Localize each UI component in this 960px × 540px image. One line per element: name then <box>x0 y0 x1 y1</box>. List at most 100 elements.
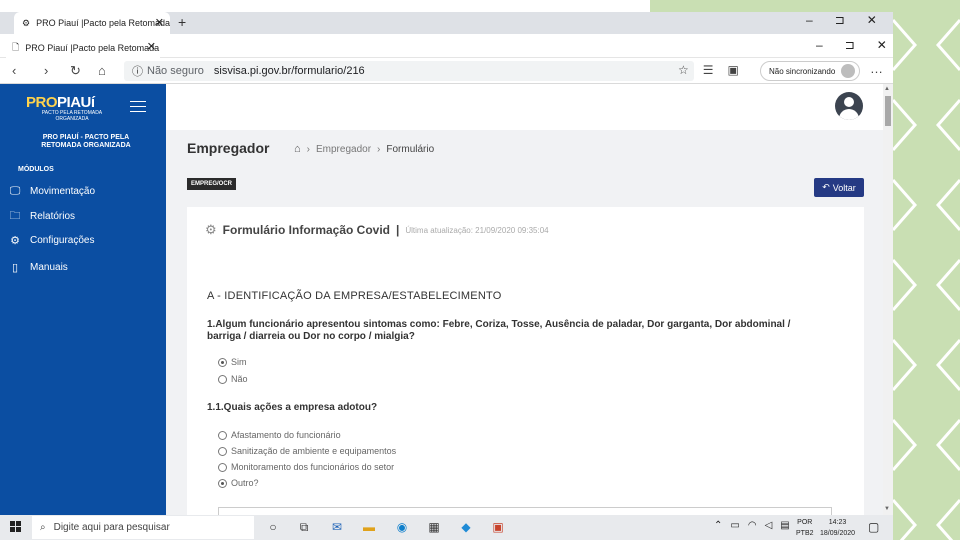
close-icon[interactable]: ✕ <box>147 40 156 53</box>
back-button-label: Voltar <box>832 182 856 193</box>
reload-icon[interactable]: ↻ <box>70 63 81 79</box>
back-button[interactable]: ↶ Voltar <box>814 178 864 197</box>
radio-unchecked-icon[interactable] <box>218 374 227 384</box>
insecure-label: Não seguro <box>147 65 204 77</box>
file-explorer-icon[interactable]: ▬ <box>361 520 377 534</box>
scrollbar-thumb[interactable] <box>885 96 891 126</box>
sidebar-item-label: Configurações <box>30 235 95 246</box>
windows-start-icon[interactable] <box>10 521 22 533</box>
collections-icon[interactable]: ▣ <box>728 63 739 77</box>
scroll-up-icon[interactable]: ▲ <box>884 86 890 92</box>
address-bar: ‹ › ↻ ⌂ ⓘ Não seguro sisvisa.pi.gov.br/f… <box>0 58 893 84</box>
radio-label: Monitoramento dos funcionários do setor <box>231 462 395 472</box>
restore-icon[interactable]: ⊐ <box>835 13 845 27</box>
home-icon[interactable]: ⌂ <box>294 143 301 155</box>
taskbar-clock[interactable]: 14:23 18/09/2020 <box>820 517 855 539</box>
modules-heading: MÓDULOS <box>18 166 54 173</box>
search-icon: ⌕ <box>40 522 46 533</box>
radio-outro[interactable]: Outro? <box>218 478 259 488</box>
keyboard-icon[interactable]: ▤ <box>780 520 789 531</box>
card-header: ⚙ Formulário Informação Covid | Última a… <box>205 222 549 237</box>
url-field[interactable]: ⓘ Não seguro sisvisa.pi.gov.br/formulari… <box>124 61 694 81</box>
breadcrumb: ⌂ › Empregador › Formulário <box>294 143 435 155</box>
scroll-down-icon[interactable]: ▼ <box>884 506 890 512</box>
minimize-icon[interactable]: – <box>806 13 813 27</box>
radio-label: Sanitização de ambiente e equipamentos <box>231 446 397 456</box>
decorative-strip-top <box>650 0 893 12</box>
powerpoint-icon[interactable]: ▣ <box>490 520 506 534</box>
close-window-icon[interactable]: ✕ <box>867 13 877 27</box>
radio-sim[interactable]: Sim <box>218 357 247 367</box>
hamburger-menu-icon[interactable] <box>130 101 146 116</box>
back-arrow-icon[interactable]: ‹ <box>12 63 16 78</box>
logo-subtitle: PACTO PELA RETOMADA ORGANIZADA <box>41 110 103 122</box>
address-actions: ☆ ☰ ▣ <box>678 63 739 77</box>
sidebar-item-configuracoes[interactable]: ⚙ Configurações <box>8 234 94 247</box>
forward-arrow-icon[interactable]: › <box>44 63 48 78</box>
sidebar-item-label: Manuais <box>30 262 68 273</box>
logo-text-pro: PRO <box>26 94 58 111</box>
sidebar-item-label: Relatórios <box>30 211 76 222</box>
question-1-1: 1.1.Quais ações a empresa adotou? <box>207 402 378 413</box>
radio-checked-icon[interactable] <box>218 357 227 367</box>
logo-text-piaui: PIAUí <box>57 94 95 111</box>
radio-unchecked-icon[interactable] <box>218 430 227 440</box>
folder-icon: 🗀 <box>9 210 21 222</box>
inner-window-controls: – ⊐ ✕ <box>816 38 887 52</box>
task-view-icon[interactable]: ⧉ <box>296 520 312 534</box>
minimize-icon[interactable]: – <box>816 38 823 52</box>
sidebar-item-relatorios[interactable]: 🗀 Relatórios <box>8 207 76 226</box>
outer-tab[interactable]: ⚙ PRO Piauí |Pacto pela Retomada ✕ <box>14 12 170 34</box>
radio-checked-icon[interactable] <box>218 478 227 488</box>
radio-monitoramento[interactable]: Monitoramento dos funcionários do setor <box>218 462 394 472</box>
status-badge: EMPREG/OCR <box>187 178 237 190</box>
radio-unchecked-icon[interactable] <box>218 462 227 472</box>
sidebar-item-label: Movimentação <box>30 186 96 197</box>
page-favicon-icon: 🗋 <box>12 41 20 52</box>
taskbar-search-input[interactable]: ⌕ Digite aqui para pesquisar <box>32 516 254 539</box>
app-icon[interactable]: ◆ <box>458 520 474 534</box>
new-tab-icon[interactable]: + <box>178 14 186 30</box>
url-text: sisvisa.pi.gov.br/formulario/216 <box>213 65 365 77</box>
close-icon[interactable]: ✕ <box>155 16 164 29</box>
wifi-icon[interactable]: ◠ <box>748 520 757 531</box>
favorites-list-icon[interactable]: ☰ <box>703 63 714 77</box>
info-icon: ⓘ <box>132 66 143 78</box>
edge-icon[interactable]: ◉ <box>394 520 410 534</box>
network-icon[interactable]: ▭ <box>730 520 739 531</box>
radio-nao[interactable]: Não <box>218 374 248 384</box>
search-placeholder: Digite aqui para pesquisar <box>53 522 170 533</box>
reply-arrow-icon: ↶ <box>822 182 830 192</box>
last-updated: Última atualização: 21/09/2020 09:35:04 <box>405 225 549 235</box>
radio-sanitizacao[interactable]: Sanitização de ambiente e equipamentos <box>218 446 396 456</box>
gear-icon: ⚙ <box>205 222 217 237</box>
radio-label: Sim <box>231 357 247 367</box>
notification-icon[interactable]: ▢ <box>868 520 879 534</box>
app-topbar <box>166 84 883 130</box>
sidebar-subtitle: PRO PIAUÍ - PACTO PELA RETOMADA ORGANIZA… <box>41 134 131 149</box>
profile-button[interactable]: Não sincronizando <box>760 61 861 81</box>
radio-unchecked-icon[interactable] <box>218 446 227 456</box>
logo[interactable]: PROPIAUí PACTO PELA RETOMADA ORGANIZADA <box>26 94 118 124</box>
input-language[interactable]: POR PTB2 <box>796 517 814 539</box>
sidebar-item-movimentacao[interactable]: 🖵 Movimentação <box>8 185 95 198</box>
mail-icon[interactable]: ✉ <box>329 520 345 534</box>
restore-icon[interactable]: ⊐ <box>845 38 855 52</box>
cortana-icon[interactable]: ○ <box>265 520 281 534</box>
close-window-icon[interactable]: ✕ <box>877 38 887 52</box>
store-icon[interactable]: ▦ <box>426 520 442 534</box>
breadcrumb-item-empregador[interactable]: Empregador <box>316 144 371 155</box>
radio-label: Não <box>231 374 248 384</box>
sidebar-item-manuais[interactable]: ▯ Manuais <box>8 261 68 274</box>
more-menu-icon[interactable]: … <box>870 61 883 76</box>
chevron-up-icon[interactable]: ⌃ <box>714 520 722 531</box>
radio-afastamento[interactable]: Afastamento do funcionário <box>218 430 341 440</box>
inner-tab[interactable]: 🗋 PRO Piauí |Pacto pela Retomada ✕ <box>6 37 160 58</box>
volume-icon[interactable]: ◁ <box>765 520 773 531</box>
home-icon[interactable]: ⌂ <box>98 63 106 78</box>
user-avatar-icon[interactable] <box>835 92 863 120</box>
radio-label: Outro? <box>231 478 259 488</box>
favorite-star-icon[interactable]: ☆ <box>678 63 689 77</box>
system-tray: ⌃ ▭ ◠ ◁ ▤ <box>714 520 790 531</box>
scrollbar[interactable] <box>883 84 893 515</box>
